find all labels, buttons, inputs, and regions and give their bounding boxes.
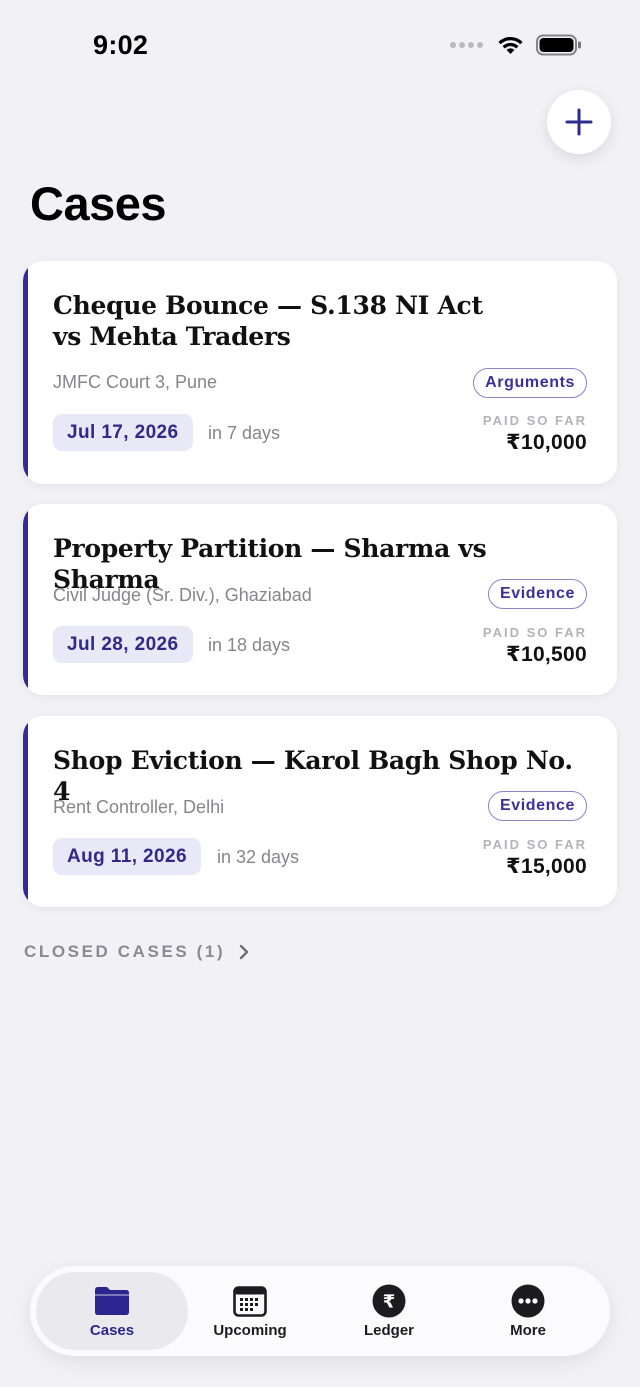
case-card[interactable]: Cheque Bounce — S.138 NI Act vs Mehta Tr… — [23, 261, 617, 484]
case-court: Rent Controller, Delhi — [53, 797, 225, 817]
hearing-date-chip: Jul 28, 2026 — [53, 626, 193, 663]
cellular-signal-icon — [450, 42, 483, 48]
hearing-date-chip: Aug 11, 2026 — [53, 838, 201, 875]
case-accent-bar — [23, 261, 28, 484]
case-card[interactable]: Property Partition — Sharma vs Sharma Ci… — [23, 504, 617, 695]
page-title: Cases — [30, 177, 167, 230]
case-accent-bar — [23, 504, 28, 695]
wifi-icon — [498, 36, 523, 54]
plus-icon — [565, 108, 593, 136]
tab-cases[interactable]: Cases — [42, 1266, 182, 1356]
paid-so-far-label: PAID SO FAR — [482, 837, 587, 852]
case-title: Cheque Bounce — S.138 NI Act vs Mehta Tr… — [53, 291, 483, 351]
days-until-hearing: in 18 days — [208, 635, 291, 655]
paid-so-far-label: PAID SO FAR — [482, 625, 587, 640]
stage-badge: Evidence — [487, 579, 587, 609]
stage-badge: Arguments — [473, 368, 587, 398]
folder-icon — [95, 1286, 129, 1315]
status-bar: 9:02 — [0, 0, 640, 90]
tab-label: More — [510, 1321, 546, 1339]
case-card[interactable]: Shop Eviction — Karol Bagh Shop No. 4 Re… — [23, 716, 617, 907]
status-icons — [450, 34, 582, 56]
case-accent-bar — [23, 716, 28, 907]
rupee-icon: ₹ — [372, 1284, 406, 1317]
closed-cases-link[interactable]: CLOSED CASES (1) — [24, 942, 249, 962]
days-until-hearing: in 7 days — [208, 423, 281, 443]
case-court: Civil Judge (Sr. Div.), Ghaziabad — [53, 585, 312, 605]
case-court: JMFC Court 3, Pune — [53, 372, 218, 392]
battery-icon — [536, 34, 581, 56]
paid-amount: ₹15,000 — [506, 855, 587, 878]
tab-bar: Cases Upcoming ₹ Ledger More — [30, 1266, 610, 1356]
tab-upcoming[interactable]: Upcoming — [180, 1266, 320, 1356]
tab-label: Ledger — [363, 1321, 414, 1339]
tab-ledger[interactable]: ₹ Ledger — [319, 1266, 459, 1356]
tab-label: Upcoming — [213, 1321, 287, 1339]
svg-text:₹: ₹ — [383, 1291, 396, 1312]
chevron-right-icon — [240, 944, 249, 960]
hearing-date-chip: Jul 17, 2026 — [53, 414, 193, 451]
paid-amount: ₹10,500 — [506, 643, 587, 666]
paid-amount: ₹10,000 — [506, 431, 587, 454]
days-until-hearing: in 32 days — [217, 847, 300, 867]
tab-label: Cases — [89, 1321, 135, 1339]
more-icon — [511, 1284, 545, 1317]
stage-badge: Evidence — [487, 791, 587, 821]
paid-so-far-label: PAID SO FAR — [482, 413, 587, 428]
calendar-icon — [233, 1285, 267, 1317]
closed-cases-label: CLOSED CASES (1) — [24, 942, 226, 961]
tab-more[interactable]: More — [458, 1266, 598, 1356]
add-case-button[interactable] — [547, 90, 611, 154]
status-time: 9:02 — [93, 30, 149, 60]
